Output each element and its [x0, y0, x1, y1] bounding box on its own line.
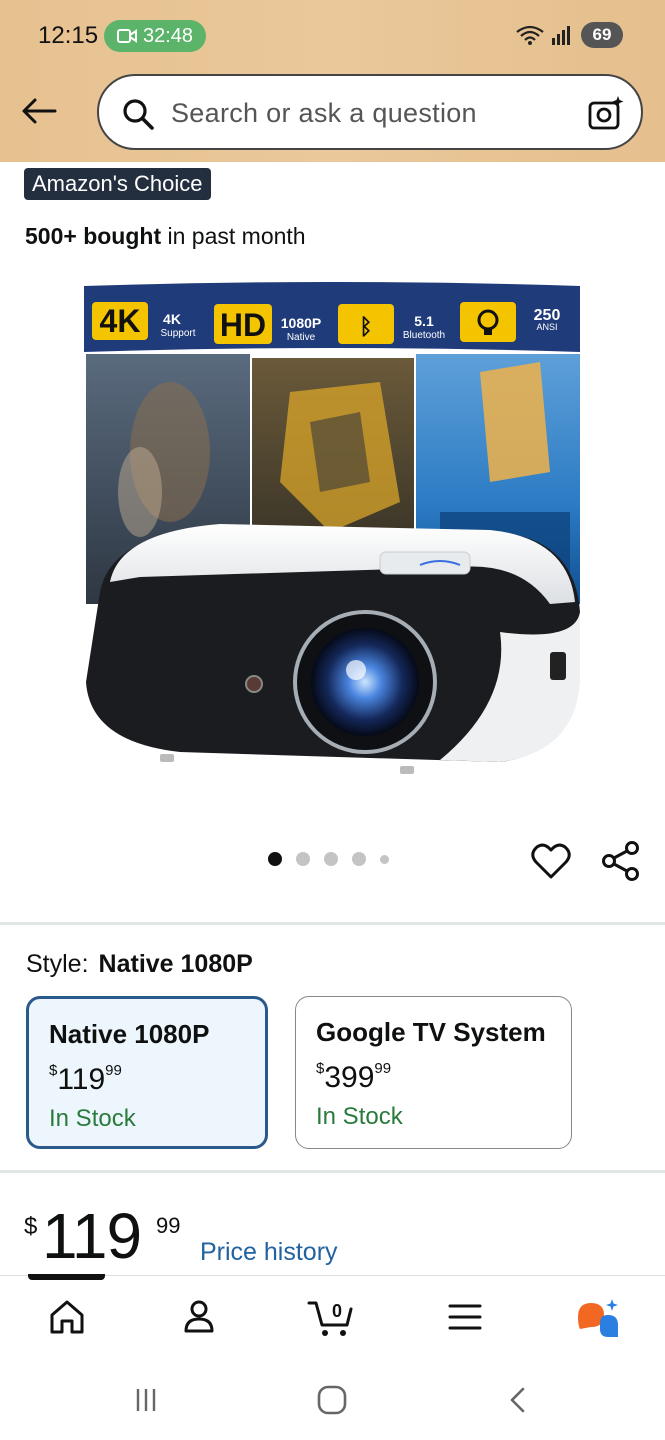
product-image[interactable]: 4K 4K Support HD 1080P Native ᛒ 5.1 Blue…	[80, 282, 586, 786]
system-navigation-bar	[0, 1358, 665, 1440]
arrow-left-icon	[22, 98, 57, 124]
nav-home[interactable]	[42, 1292, 92, 1342]
call-timer: 32:48	[142, 24, 194, 47]
svg-text:HD: HD	[220, 307, 266, 343]
svg-text:5.1: 5.1	[414, 313, 434, 329]
style-selected-value: Native 1080P	[98, 950, 253, 978]
amazons-choice-badge: Amazon's Choice	[24, 168, 211, 200]
search-placeholder: Search or ask a question	[171, 98, 477, 128]
svg-text:4K: 4K	[163, 311, 181, 327]
bought-count-bold: 500+ bought	[25, 223, 162, 249]
call-timer-pill[interactable]: 32:48	[104, 20, 206, 52]
menu-icon	[448, 1304, 482, 1330]
chevron-left-icon	[510, 1387, 525, 1413]
bottom-nav: 0	[0, 1274, 665, 1358]
price-whole: 119	[42, 1200, 142, 1272]
nav-rufus[interactable]	[574, 1292, 624, 1342]
style-option-stock: In Stock	[316, 1103, 403, 1130]
battery-indicator: 69	[581, 22, 623, 48]
price-history-link[interactable]: Price history	[200, 1238, 338, 1267]
video-call-icon	[116, 29, 137, 43]
nav-account[interactable]	[174, 1292, 224, 1342]
price-symbol: $	[24, 1213, 38, 1240]
style-label: Style: Native 1080P	[26, 950, 253, 979]
system-back-button[interactable]	[498, 1380, 538, 1420]
share-button[interactable]	[600, 840, 642, 882]
rufus-icon	[578, 1299, 618, 1337]
price-fraction: 99	[156, 1213, 181, 1238]
image-carousel-dots[interactable]	[268, 852, 389, 866]
svg-text:ᛒ: ᛒ	[359, 315, 372, 340]
camera-search-icon[interactable]	[587, 94, 625, 132]
svg-text:1080P: 1080P	[281, 315, 321, 331]
carousel-dot[interactable]	[296, 852, 310, 866]
svg-text:Native: Native	[287, 332, 316, 343]
status-bar: 12:15 32:48 69	[0, 0, 665, 72]
section-divider	[0, 922, 665, 925]
bought-count-rest: in past month	[161, 223, 306, 249]
wifi-icon	[516, 25, 544, 45]
style-option-google-tv[interactable]: Google TV System $39999 In Stock	[295, 996, 572, 1149]
style-option-price: $39999	[316, 1060, 571, 1095]
carousel-dot[interactable]	[352, 852, 366, 866]
style-option-price: $11999	[49, 1062, 265, 1097]
price-whole: 119	[57, 1063, 106, 1096]
recent-apps-icon	[136, 1389, 156, 1411]
style-option-name: Google TV System	[316, 1017, 546, 1047]
style-label-text: Style:	[26, 950, 89, 978]
nav-menu[interactable]	[440, 1292, 490, 1342]
active-tab-indicator	[28, 1274, 105, 1280]
svg-text:Bluetooth: Bluetooth	[403, 330, 445, 341]
svg-text:4K: 4K	[100, 303, 141, 339]
style-option-stock: In Stock	[49, 1105, 136, 1132]
search-icon	[123, 99, 154, 130]
svg-text:Support: Support	[160, 328, 195, 339]
share-icon	[602, 841, 639, 881]
carousel-dot[interactable]	[324, 852, 338, 866]
heart-icon	[531, 843, 571, 879]
carousel-dot[interactable]	[268, 852, 282, 866]
bought-count: 500+ bought in past month	[25, 223, 306, 250]
home-circle-icon	[317, 1385, 347, 1415]
price-whole: 399	[324, 1061, 375, 1094]
style-option-native-1080p[interactable]: Native 1080P $11999 In Stock	[26, 996, 268, 1149]
cart-count: 0	[332, 1301, 342, 1321]
recent-apps-button[interactable]	[126, 1380, 166, 1420]
style-option-name: Native 1080P	[49, 1019, 210, 1049]
wishlist-button[interactable]	[530, 840, 572, 882]
nav-cart[interactable]: 0	[306, 1292, 356, 1342]
app-header: 12:15 32:48 69 Search or ask a question	[0, 0, 665, 162]
section-divider	[0, 1170, 665, 1173]
price-fraction: 99	[374, 1060, 392, 1077]
home-icon	[50, 1300, 84, 1334]
signal-icon	[552, 26, 570, 45]
account-icon	[184, 1300, 214, 1333]
price-fraction: 99	[105, 1062, 122, 1079]
status-time: 12:15	[38, 22, 99, 49]
home-button[interactable]	[312, 1380, 352, 1420]
cart-icon: 0	[307, 1301, 353, 1336]
search-input[interactable]: Search or ask a question	[97, 74, 643, 150]
status-icons: 69	[515, 22, 623, 48]
back-button[interactable]	[18, 90, 60, 132]
svg-text:ANSI: ANSI	[536, 322, 557, 332]
carousel-dot[interactable]	[380, 854, 389, 864]
